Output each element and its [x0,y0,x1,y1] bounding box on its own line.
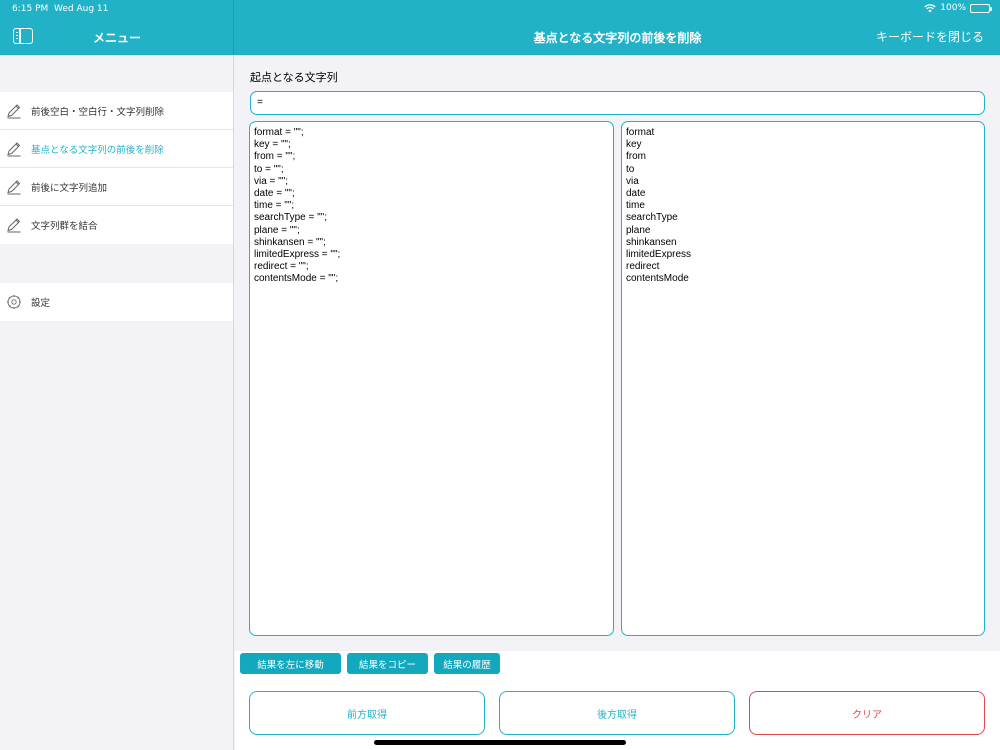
text-line: limitedExpress [626,249,692,261]
sidebar-item-label: 設定 [31,298,51,309]
result-history-button[interactable]: 結果の履歴 [434,653,500,674]
battery-percent: 100% [940,3,966,13]
text-line: limitedExpress = ""; [254,249,341,261]
text-line: plane [626,224,651,236]
text-line: key [626,139,642,151]
gear-icon [7,295,21,309]
pencil-icon [7,179,21,194]
top-bar: 6:15 PM Wed Aug 11 100% メニュー 基点となる文字列の前後… [0,0,1000,55]
home-indicator [374,740,626,745]
text-line: redirect = ""; [254,261,309,273]
main-content: 起点となる文字列 = format = ""; key = ""; from = "… [235,55,1000,750]
menu-list: 前後空白・空白行・文字列削除 基点となる文字列の前後を削除 前後に文字列追加 文… [0,92,233,244]
text-line: from [626,151,646,163]
input-textarea[interactable]: format = ""; key = ""; from = ""; to = ""; v… [249,121,614,636]
sidebar-item-settings[interactable]: 設定 [0,283,233,321]
text-line: shinkansen = ""; [254,236,326,248]
action-panel: 結果を左に移動 結果をコピー 結果の履歴 前方取得 後方取得 クリア [235,651,1000,750]
text-line: time [626,200,645,212]
text-line: redirect [626,261,660,273]
text-line: contentsMode [626,273,689,285]
sidebar-item-add-text[interactable]: 前後に文字列追加 [0,168,233,206]
sidebar-item-trim[interactable]: 前後空白・空白行・文字列削除 [0,92,233,130]
text-line: searchType = ""; [254,212,327,224]
text-line: to = ""; [254,163,284,175]
close-keyboard-button[interactable]: キーボードを閉じる [876,28,984,45]
text-line: time = ""; [254,200,295,212]
text-line: via = ""; [254,175,289,187]
sidebar-item-label: 文字列群を結合 [31,221,98,232]
sidebar-item-label: 基点となる文字列の前後を削除 [31,144,164,156]
pencil-icon [7,141,21,156]
result-textarea[interactable]: format key from to via date time searchType plan… [621,121,985,636]
text-line: key = ""; [254,139,291,151]
clear-button[interactable]: クリア [749,691,985,735]
text-line: format = ""; [254,127,304,138]
pencil-icon [7,103,21,118]
text-line: via [626,175,639,187]
status-time: 6:15 PM [12,4,49,14]
text-line: contentsMode = ""; [254,273,339,285]
get-back-button[interactable]: 後方取得 [499,691,735,735]
sidebar: 前後空白・空白行・文字列削除 基点となる文字列の前後を削除 前後に文字列追加 文… [0,55,234,750]
battery-icon [970,3,992,13]
base-string-input[interactable]: = [250,91,985,115]
text-line: to [626,163,635,175]
base-string-label: 起点となる文字列 [250,71,338,84]
wifi-icon [924,3,936,12]
move-result-left-button[interactable]: 結果を左に移動 [240,653,341,674]
status-indicators: 100% [924,3,992,13]
text-line: date [626,188,646,200]
text-line: date = ""; [254,188,295,200]
sidebar-item-label: 前後に文字列追加 [31,182,108,194]
get-front-button[interactable]: 前方取得 [249,691,485,735]
text-line: searchType [626,212,678,224]
sidebar-item-delete-around-base[interactable]: 基点となる文字列の前後を削除 [0,130,233,168]
pencil-icon [7,218,21,233]
text-line: format [626,127,655,138]
sidebar-item-join[interactable]: 文字列群を結合 [0,206,233,244]
status-date: Wed Aug 11 [54,4,109,14]
copy-result-button[interactable]: 結果をコピー [347,653,428,674]
text-line: plane = ""; [254,224,300,236]
text-line: from = ""; [254,151,296,163]
settings-group: 設定 [0,283,233,321]
text-line: shinkansen [626,236,677,248]
menu-title: メニュー [92,31,141,45]
sidebar-item-label: 前後空白・空白行・文字列削除 [31,106,165,118]
